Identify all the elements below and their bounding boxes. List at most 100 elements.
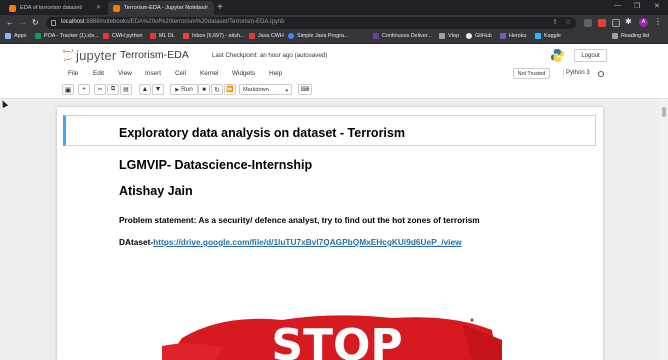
paste-icon[interactable]: ▤ — [120, 84, 132, 95]
menu-help[interactable]: Help — [269, 70, 282, 77]
bookmark-item[interactable]: Inbox (5,697) - atish... — [183, 33, 244, 39]
info-icon[interactable] — [51, 20, 56, 26]
cell-type-select[interactable]: Markdown ▾ — [239, 84, 292, 95]
notebook-subtitle: LGMVIP- Datascience-Internship — [119, 158, 313, 172]
restart-icon[interactable]: ↻ — [211, 84, 223, 95]
notebook-title: Exploratory data analysis on dataset - T… — [119, 126, 405, 140]
copy-icon[interactable]: ⧉ — [107, 84, 119, 95]
cell-type-value: Markdown — [243, 86, 269, 93]
stop-icon[interactable]: ■ — [198, 84, 210, 95]
notebook-name[interactable]: Terrorism-EDA — [120, 49, 189, 61]
divider — [563, 69, 564, 79]
menu-cell[interactable]: Cell — [175, 70, 186, 77]
jupyter-logo-text[interactable]: jupyter — [76, 48, 116, 63]
share-icon[interactable]: ⇪ — [552, 18, 558, 26]
extension-icon[interactable] — [584, 19, 592, 27]
menu-file[interactable]: File — [68, 70, 78, 77]
url-text: localhost:8888/notebooks/EDA%20of%20terr… — [61, 19, 285, 25]
address-bar-row: ← → ↻ localhost:8888/notebooks/EDA%20of%… — [0, 15, 668, 31]
chevron-down-icon: ▾ — [285, 88, 288, 94]
jupyter-favicon-icon — [9, 4, 16, 12]
save-icon[interactable]: ▣ — [62, 84, 74, 95]
bookmark-item[interactable]: POA - Tracker (1).xls... — [35, 33, 99, 39]
heroku-icon — [500, 33, 506, 39]
close-tab-icon[interactable]: ✕ — [96, 4, 101, 11]
checkpoint-time: an hour ago — [259, 52, 293, 59]
stop-banner-image: STOP — [162, 315, 502, 360]
bookmark-item[interactable]: GitHub — [466, 33, 492, 39]
reading-list-icon — [612, 33, 618, 39]
jupyter-favicon-icon — [113, 4, 120, 12]
stop-text: STOP — [271, 320, 402, 360]
run-label: Run — [181, 86, 193, 93]
new-tab-icon[interactable]: + — [217, 2, 223, 13]
bookmark-star-icon[interactable]: ☆ — [565, 18, 571, 26]
menu-kernel[interactable]: Kernel — [200, 70, 218, 77]
back-icon[interactable]: ← — [6, 18, 14, 27]
github-icon — [466, 33, 472, 39]
bookmark-item[interactable]: Simple Java Progra... — [288, 33, 349, 39]
jupyter-logo-icon[interactable] — [62, 49, 74, 62]
page-scrollbar[interactable] — [660, 99, 668, 360]
extension-icon[interactable] — [598, 19, 606, 27]
run-button[interactable]: ▶ Run — [170, 84, 198, 95]
bookmark-apps[interactable]: Apps — [5, 33, 26, 39]
menu-view[interactable]: View — [118, 70, 132, 77]
move-up-icon[interactable]: ▲ — [139, 84, 151, 95]
tab-title: EDA of terrorism dataset/ — [20, 5, 83, 11]
bookmark-item[interactable]: Vtop — [439, 33, 459, 39]
youtube-icon — [103, 33, 109, 39]
cut-icon[interactable]: ✂ — [94, 84, 106, 95]
close-window-icon[interactable]: ✕ — [654, 2, 660, 10]
logout-button[interactable]: Logout — [574, 49, 607, 62]
insert-cell-icon[interactable]: + — [78, 84, 90, 95]
checkpoint-status: Last Checkpoint: an hour ago (autosaved) — [212, 52, 327, 59]
trust-button[interactable]: Not Trusted — [513, 68, 550, 79]
tab-eda-dataset[interactable]: EDA of terrorism dataset/ ✕ — [4, 1, 106, 15]
url-bar[interactable]: localhost:8888/notebooks/EDA%20of%20terr… — [46, 17, 576, 29]
reload-icon[interactable]: ↻ — [32, 18, 39, 27]
extension-icon[interactable] — [612, 19, 620, 27]
maximize-icon[interactable]: ❐ — [634, 2, 640, 10]
youtube-icon — [249, 33, 255, 39]
keyboard-icon[interactable]: ⌨ — [298, 84, 312, 95]
bookmark-item[interactable]: Heroku — [500, 33, 526, 39]
move-down-icon[interactable]: ▼ — [152, 84, 164, 95]
course-icon — [373, 33, 379, 39]
kaggle-icon — [535, 33, 541, 39]
bookmark-item[interactable]: Continuous Deliver... — [373, 33, 432, 39]
gmail-icon — [183, 33, 189, 39]
bookmark-item[interactable]: Kaggle — [535, 33, 561, 39]
close-tab-icon[interactable]: ✕ — [204, 4, 209, 11]
run-icon: ▶ — [175, 86, 180, 93]
menubar: File Edit View Insert Cell Kernel Widget… — [0, 67, 668, 82]
menu-edit[interactable]: Edit — [93, 70, 104, 77]
profile-avatar[interactable]: A — [639, 18, 648, 27]
problem-statement: Problem statement: As a security/ defenc… — [119, 215, 480, 225]
menu-insert[interactable]: Insert — [145, 70, 161, 77]
bookmark-item[interactable]: CWH python — [103, 33, 143, 39]
scrollbar-thumb[interactable] — [662, 107, 666, 117]
bookmark-item[interactable]: ML DL — [150, 33, 175, 39]
extensions-puzzle-icon[interactable]: ✱ — [625, 17, 632, 26]
kernel-name[interactable]: Python 3 — [566, 70, 590, 76]
forward-icon[interactable]: → — [19, 18, 27, 27]
tab-title: Terrorism-EDA - Jupyter Noteboo — [124, 5, 207, 11]
dataset-line: DAtaset-https://drive.google.com/file/d/… — [119, 237, 462, 247]
browser-tab-strip: EDA of terrorism dataset/ ✕ Terrorism-ED… — [0, 0, 668, 15]
bookmark-item[interactable]: Java CWH — [249, 33, 284, 39]
dataset-link[interactable]: https://drive.google.com/file/d/1luTU7xB… — [153, 237, 461, 247]
notebook-area: Exploratory data analysis on dataset - T… — [0, 99, 668, 360]
minimize-icon[interactable]: — — [614, 2, 621, 9]
notebook-toolbar: ▣ + ✂ ⧉ ▤ ▲ ▼ ▶ Run ■ ↻ ⏩ Markdown ▾ ⌨ — [0, 82, 668, 99]
browser-menu-icon[interactable]: ⋮ — [654, 17, 662, 26]
sheets-icon — [35, 33, 41, 39]
globe-icon — [288, 33, 294, 39]
reading-list[interactable]: Reading list — [612, 33, 649, 39]
menu-widgets[interactable]: Widgets — [232, 70, 255, 77]
tab-terrorism-eda[interactable]: Terrorism-EDA - Jupyter Noteboo ✕ — [108, 1, 214, 15]
kernel-idle-icon — [598, 71, 604, 77]
restart-run-all-icon[interactable]: ⏩ — [224, 84, 236, 95]
author-name: Atishay Jain — [119, 184, 193, 198]
dataset-label: DAtaset- — [119, 237, 154, 247]
